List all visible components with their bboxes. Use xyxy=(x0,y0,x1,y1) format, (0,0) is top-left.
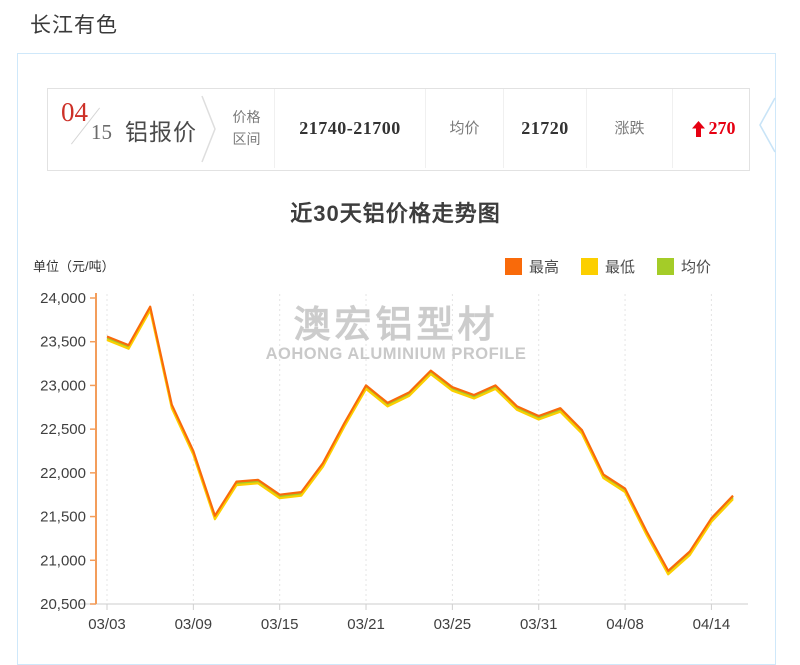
quote-change-label-cell: 涨跌 xyxy=(586,89,672,168)
watermark-cn: 澳宏铝型材 xyxy=(294,304,499,345)
y-tick-label: 23,500 xyxy=(40,334,86,351)
y-tick-label: 23,000 xyxy=(40,377,86,394)
quote-change-value: 270 xyxy=(709,118,736,139)
y-tick-label: 22,000 xyxy=(40,465,86,482)
x-tick-label: 03/03 xyxy=(88,616,126,633)
x-tick-label: 03/31 xyxy=(520,616,558,633)
up-arrow-icon xyxy=(692,121,705,137)
y-tick-label: 21,000 xyxy=(40,552,86,569)
breadcrumb-chevron-icon xyxy=(200,93,218,165)
y-tick-label: 22,500 xyxy=(40,421,86,438)
x-tick-label: 03/15 xyxy=(261,616,299,633)
quote-date-day: 15 xyxy=(91,120,112,145)
quote-avg-value: 21720 xyxy=(521,118,569,139)
x-tick-label: 03/09 xyxy=(175,616,213,633)
y-tick-label: 24,000 xyxy=(40,290,86,307)
quote-avg-value-cell: 21720 xyxy=(503,89,586,168)
quote-avg-label: 均价 xyxy=(449,117,479,140)
quote-range-value: 21740-21700 xyxy=(299,118,401,139)
y-tick-label: 20,500 xyxy=(40,596,86,613)
quote-range-label: 价格 区间 xyxy=(219,99,274,159)
quote-avg-label-cell: 均价 xyxy=(425,89,503,168)
x-tick-label: 03/25 xyxy=(434,616,472,633)
quote-date-month: 04 xyxy=(61,97,88,128)
x-tick-label: 04/14 xyxy=(693,616,731,633)
trend-chart: 澳宏铝型材AOHONG ALUMINIUM PROFILE 03/03 03/09 0… xyxy=(0,245,800,653)
quote-change-label: 涨跌 xyxy=(614,117,644,140)
quote-product-name: 铝报价 xyxy=(125,113,197,147)
watermark-en: AOHONG ALUMINIUM PROFILE xyxy=(266,345,527,363)
chart-title: 近30天铝价格走势图 xyxy=(17,196,774,228)
quote-range-value-cell: 21740-21700 xyxy=(274,89,425,168)
x-tick-label: 03/21 xyxy=(347,616,385,633)
page-title: 长江有色 xyxy=(30,9,118,39)
quote-change-value-cell: 270 xyxy=(672,89,754,168)
x-tick-label: 04/08 xyxy=(606,616,644,633)
aluminium-quote-bar[interactable]: 04 15 铝报价 价格 区间 21740-21700 均价 21720 涨跌 … xyxy=(47,88,750,171)
quote-columns: 价格 区间 21740-21700 均价 21720 涨跌 270 xyxy=(219,89,754,168)
panel-collapse-chevron-icon[interactable] xyxy=(754,95,780,157)
y-tick-label: 21,500 xyxy=(40,509,86,526)
trend-chart-svg: 澳宏铝型材AOHONG ALUMINIUM PROFILE 03/03 03/09 0… xyxy=(0,245,800,653)
